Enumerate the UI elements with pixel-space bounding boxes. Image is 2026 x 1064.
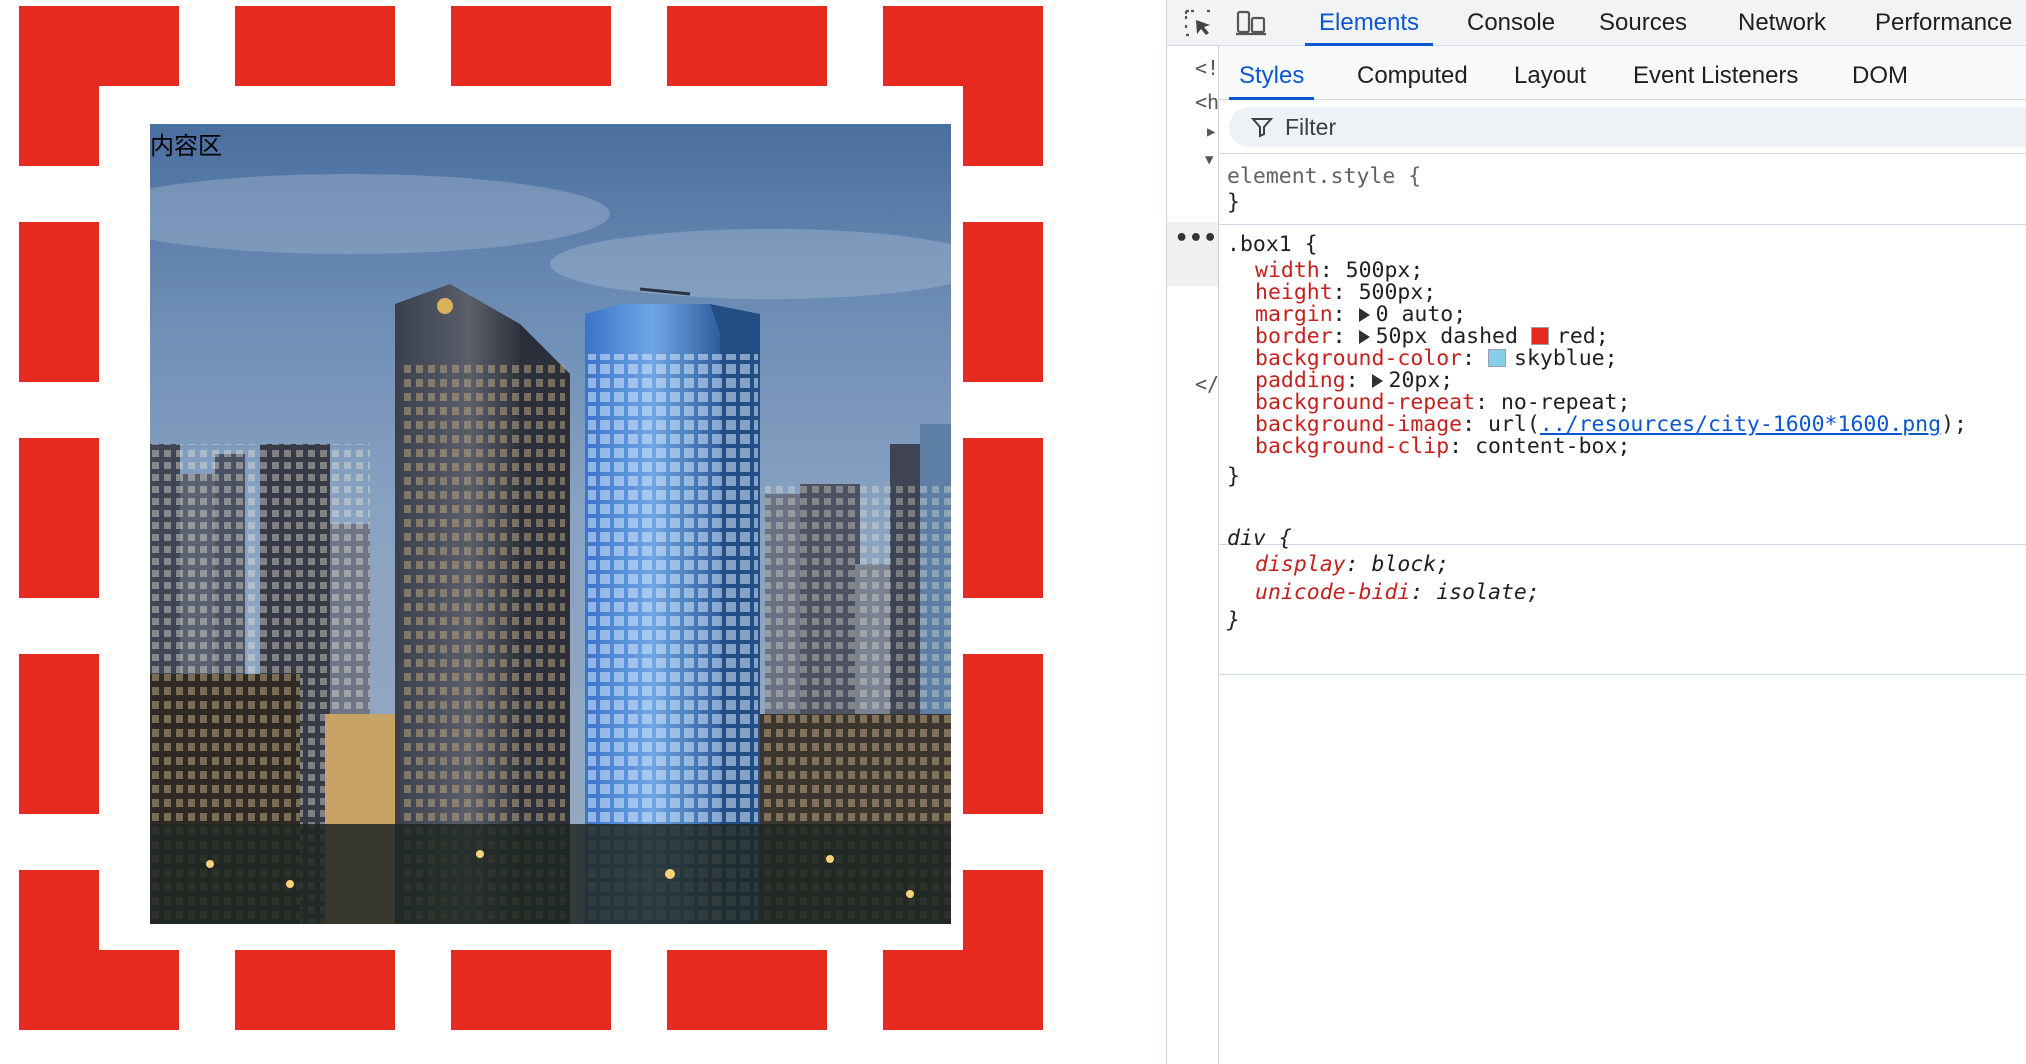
collapse-arrow-icon[interactable]: ▼ bbox=[1205, 152, 1213, 168]
color-swatch-red[interactable] bbox=[1530, 327, 1549, 345]
border-dash bbox=[19, 654, 99, 814]
subtab-layout[interactable]: Layout bbox=[1514, 46, 1586, 100]
color-swatch-skyblue[interactable] bbox=[1488, 349, 1506, 367]
dom-node-fragment[interactable]: <h bbox=[1195, 90, 1218, 114]
rule-selector[interactable]: element.style { bbox=[1227, 163, 1421, 191]
tab-performance[interactable]: Performance bbox=[1875, 0, 2012, 46]
device-toolbar-icon[interactable] bbox=[1235, 8, 1267, 38]
border-dash bbox=[451, 6, 611, 86]
filter-placeholder: Filter bbox=[1285, 114, 1337, 140]
selected-node-more[interactable]: ••• bbox=[1167, 222, 1218, 286]
css-declaration[interactable]: background-clip: content-box; bbox=[1255, 433, 1630, 461]
rule-element-style: element.style { } bbox=[1219, 155, 2026, 225]
border-dash bbox=[667, 950, 827, 1030]
styles-subtabs: Styles Computed Layout Event Listeners D… bbox=[1219, 46, 2026, 149]
city-background-image bbox=[150, 124, 951, 924]
rule-close: } bbox=[1227, 464, 1240, 489]
filter-icon bbox=[1251, 118, 1273, 138]
dom-node-fragment[interactable]: </ bbox=[1195, 372, 1218, 396]
inspect-element-icon[interactable] bbox=[1183, 8, 1215, 38]
css-declaration[interactable]: unicode-bidi: isolate; bbox=[1255, 579, 1540, 607]
elements-tree-gutter: <! <h ▶ ▼ ••• </ bbox=[1167, 46, 1219, 1064]
border-dash bbox=[963, 222, 1043, 382]
rule-close: } bbox=[1227, 608, 1240, 633]
expand-shorthand-icon[interactable] bbox=[1358, 330, 1370, 344]
subtab-dom-breakpoints[interactable]: DOM Breakpoints bbox=[1852, 46, 2026, 149]
border-dash bbox=[235, 950, 395, 1030]
border-dash bbox=[963, 654, 1043, 814]
rule-selector[interactable]: .box1 { bbox=[1227, 231, 1318, 259]
border-dash bbox=[667, 6, 827, 86]
content-label: 内容区 bbox=[150, 132, 222, 160]
rule-box1: .box1 { width: 500px; height: 500px; mar… bbox=[1219, 225, 2026, 545]
styles-filter-bar: Filter bbox=[1219, 100, 2026, 154]
border-dash bbox=[235, 6, 395, 86]
devtools-panel: Elements Console Sources Network Perform… bbox=[1166, 0, 2026, 1064]
border-dash bbox=[451, 950, 611, 1030]
css-declaration[interactable]: display: block; bbox=[1255, 551, 1449, 579]
subtab-styles[interactable]: Styles bbox=[1228, 46, 1315, 100]
subtab-event-listeners[interactable]: Event Listeners bbox=[1633, 46, 1798, 100]
tab-network[interactable]: Network bbox=[1738, 0, 1826, 46]
page-viewport: 内容区 bbox=[0, 0, 1166, 1064]
border-dash bbox=[19, 222, 99, 382]
tab-console[interactable]: Console bbox=[1467, 0, 1555, 46]
expand-shorthand-icon[interactable] bbox=[1358, 308, 1370, 322]
border-dash bbox=[963, 438, 1043, 598]
rule-div-user-agent: div { display: block; unicode-bidi: isol… bbox=[1219, 526, 2026, 675]
tab-elements[interactable]: Elements bbox=[1304, 0, 1434, 46]
rule-close: } bbox=[1227, 190, 1240, 215]
expand-arrow-icon[interactable]: ▶ bbox=[1207, 124, 1215, 140]
styles-pane: element.style { } .box1 { width: 500px; … bbox=[1219, 155, 2026, 1064]
tab-sources[interactable]: Sources bbox=[1599, 0, 1687, 46]
filter-input[interactable]: Filter bbox=[1229, 107, 2026, 147]
dom-node-fragment[interactable]: <! bbox=[1195, 56, 1218, 80]
expand-shorthand-icon[interactable] bbox=[1371, 374, 1383, 388]
border-dash bbox=[19, 438, 99, 598]
subtab-computed[interactable]: Computed bbox=[1357, 46, 1468, 100]
box1-element[interactable]: 内容区 bbox=[19, 6, 1043, 1030]
rule-selector[interactable]: div { bbox=[1227, 525, 1292, 553]
devtools-toolbar: Elements Console Sources Network Perform… bbox=[1167, 0, 2026, 46]
